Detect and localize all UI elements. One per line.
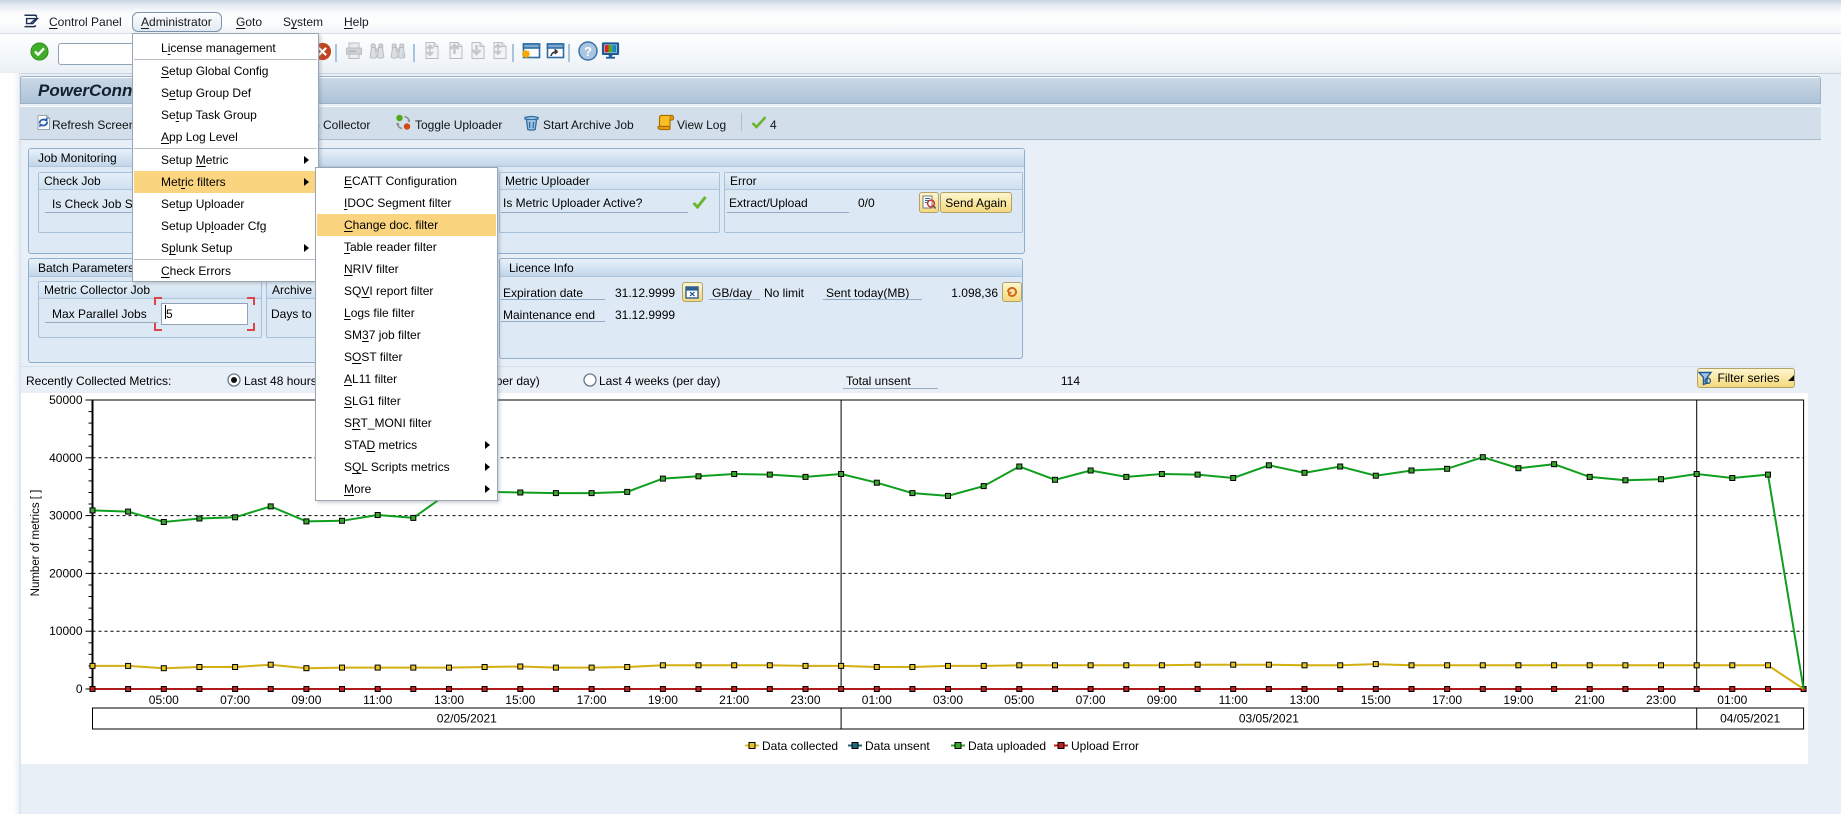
svg-text:02/05/2021: 02/05/2021 bbox=[437, 712, 497, 726]
svg-text:Data unsent: Data unsent bbox=[865, 739, 930, 753]
svg-text:17:00: 17:00 bbox=[577, 693, 607, 707]
svg-text:11:00: 11:00 bbox=[363, 693, 392, 707]
svg-text:40000: 40000 bbox=[49, 451, 83, 465]
svg-text:10000: 10000 bbox=[49, 624, 83, 638]
svg-text:20000: 20000 bbox=[49, 566, 83, 580]
svg-text:30000: 30000 bbox=[49, 509, 83, 523]
svg-text:Upload Error: Upload Error bbox=[1071, 739, 1139, 753]
svg-text:17:00: 17:00 bbox=[1432, 693, 1462, 707]
svg-text:13:00: 13:00 bbox=[434, 693, 464, 707]
svg-text:50000: 50000 bbox=[49, 393, 83, 407]
svg-text:15:00: 15:00 bbox=[505, 693, 535, 707]
svg-text:01:00: 01:00 bbox=[1717, 693, 1747, 707]
svg-text:07:00: 07:00 bbox=[1076, 693, 1106, 707]
svg-text:03/05/2021: 03/05/2021 bbox=[1239, 712, 1299, 726]
svg-text:Data uploaded: Data uploaded bbox=[968, 739, 1046, 753]
svg-text:?: ? bbox=[584, 44, 592, 59]
svg-text:07:00: 07:00 bbox=[220, 693, 250, 707]
svg-text:23:00: 23:00 bbox=[1646, 693, 1676, 707]
svg-text:09:00: 09:00 bbox=[291, 693, 321, 707]
svg-text:Data collected: Data collected bbox=[762, 739, 838, 753]
svg-text:21:00: 21:00 bbox=[719, 693, 749, 707]
svg-text:11:00: 11:00 bbox=[1219, 693, 1248, 707]
svg-text:15:00: 15:00 bbox=[1361, 693, 1391, 707]
svg-text:04/05/2021: 04/05/2021 bbox=[1720, 712, 1780, 726]
svg-text:13:00: 13:00 bbox=[1289, 693, 1319, 707]
svg-text:01:00: 01:00 bbox=[862, 693, 892, 707]
svg-text:19:00: 19:00 bbox=[1503, 693, 1533, 707]
svg-text:19:00: 19:00 bbox=[648, 693, 678, 707]
svg-text:21:00: 21:00 bbox=[1575, 693, 1605, 707]
svg-text:03:00: 03:00 bbox=[933, 693, 963, 707]
svg-text:23:00: 23:00 bbox=[790, 693, 820, 707]
svg-text:05:00: 05:00 bbox=[1004, 693, 1034, 707]
svg-text:0: 0 bbox=[76, 682, 83, 696]
svg-text:09:00: 09:00 bbox=[1147, 693, 1177, 707]
svg-text:Number of metrics [ ]: Number of metrics [ ] bbox=[30, 490, 42, 597]
svg-text:05:00: 05:00 bbox=[149, 693, 179, 707]
